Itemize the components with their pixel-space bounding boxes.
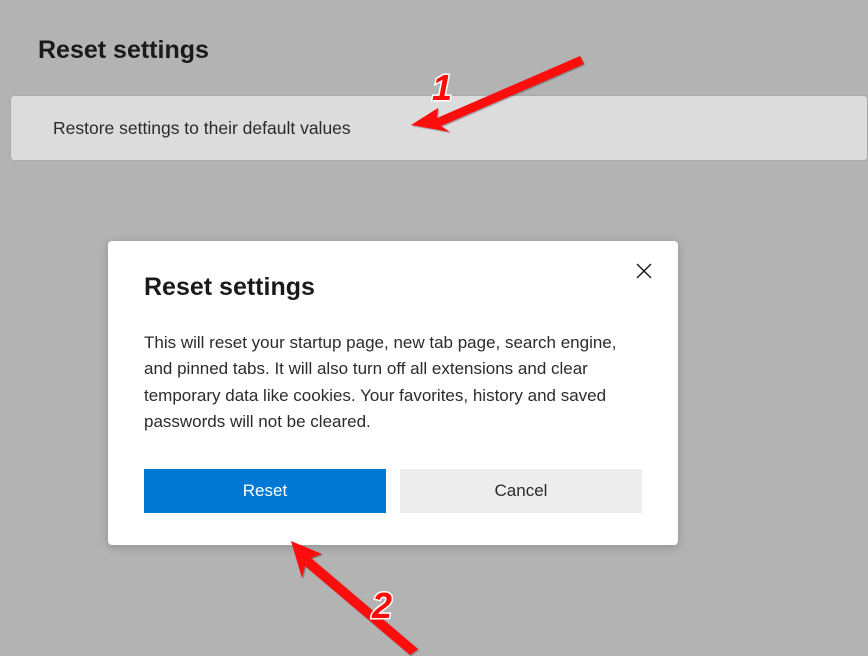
restore-defaults-label: Restore settings to their default values <box>53 118 351 139</box>
restore-defaults-row[interactable]: Restore settings to their default values <box>10 95 868 161</box>
reset-button[interactable]: Reset <box>144 469 386 513</box>
close-icon[interactable] <box>634 261 654 286</box>
dialog-body: This will reset your startup page, new t… <box>144 330 642 435</box>
x-icon <box>634 261 654 281</box>
reset-settings-dialog: Reset settings This will reset your star… <box>108 241 678 545</box>
annotation-arrow-2 <box>291 541 418 655</box>
cancel-button[interactable]: Cancel <box>400 469 642 513</box>
page-title: Reset settings <box>0 0 868 65</box>
dialog-actions: Reset Cancel <box>144 469 642 513</box>
dialog-title: Reset settings <box>144 273 642 302</box>
annotation-number-2: 2 <box>371 585 392 626</box>
